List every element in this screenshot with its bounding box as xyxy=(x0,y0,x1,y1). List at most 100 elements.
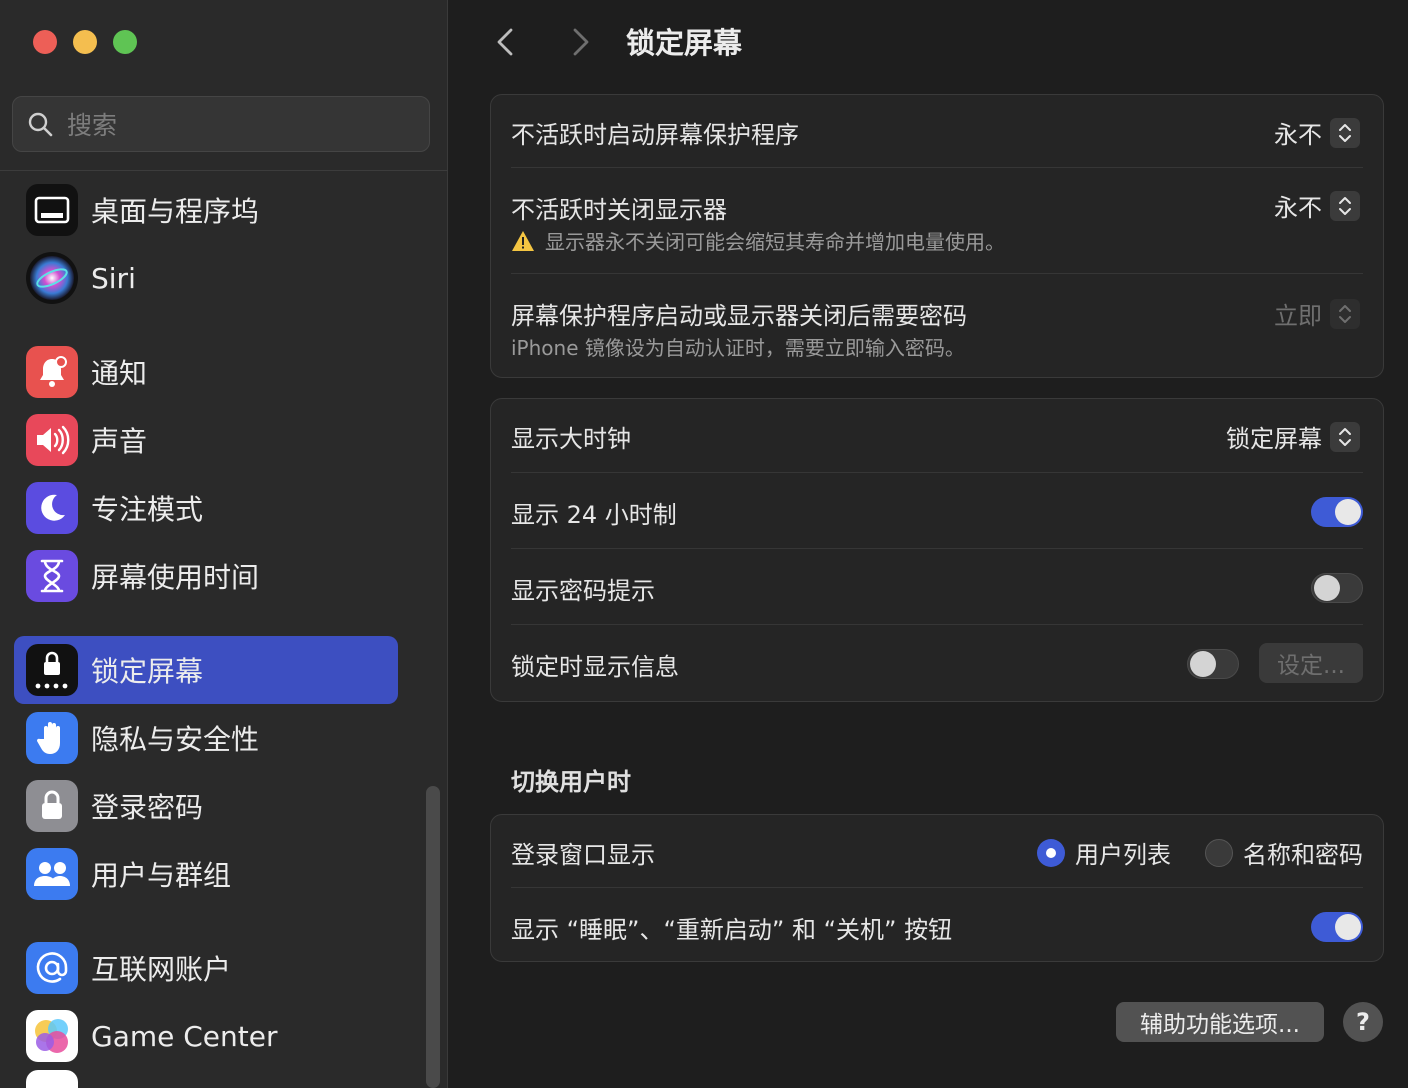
bell-icon xyxy=(26,346,78,398)
sidebar-item-internet-accounts[interactable]: 互联网账户 xyxy=(14,934,398,1002)
require-password-popup: 立即 xyxy=(1274,296,1360,331)
radio-selected-indicator xyxy=(1037,838,1065,867)
sidebar-item-desktop-dock[interactable]: 桌面与程序坞 xyxy=(14,176,398,244)
24-hour-label: 显示 24 小时制 xyxy=(511,501,677,529)
sidebar-item-label: Game Center xyxy=(91,1019,278,1053)
search-icon xyxy=(28,112,53,137)
password-hint-label: 显示密码提示 xyxy=(511,577,655,605)
up-down-chevron-icon xyxy=(1330,117,1360,148)
power-buttons-toggle[interactable] xyxy=(1311,912,1363,942)
switch-user-group: 登录窗口显示 用户列表 名称和密码 显示 “睡眠”、“重新启动” 和 “关机” … xyxy=(490,814,1384,962)
users-icon xyxy=(26,848,78,900)
up-down-chevron-icon xyxy=(1330,298,1360,329)
require-password-note: iPhone 镜像设为自动认证时，需要立即输入密码。 xyxy=(511,336,965,360)
radio-unselected-indicator xyxy=(1205,838,1233,867)
sidebar-item-siri[interactable]: Siri xyxy=(14,244,398,312)
large-clock-value: 锁定屏幕 xyxy=(1226,425,1322,453)
window-controls xyxy=(33,30,137,54)
password-hint-row: 显示密码提示 xyxy=(511,549,1363,625)
accessibility-options-button[interactable]: 辅助功能选项... xyxy=(1116,1002,1324,1042)
sidebar-item-label: Siri xyxy=(91,261,136,295)
up-down-chevron-icon xyxy=(1330,421,1360,452)
24-hour-row: 显示 24 小时制 xyxy=(511,473,1363,549)
sidebar-item-label: 登录密码 xyxy=(91,791,204,824)
display-off-popup[interactable]: 永不 xyxy=(1274,188,1360,223)
sidebar-item-label: 声音 xyxy=(91,425,148,458)
main-pane: 锁定屏幕 不活跃时启动屏幕保护程序 永不 不活跃时关闭显示器 显示器永不关闭可能… xyxy=(449,0,1408,1088)
sidebar-item-label: 屏幕使用时间 xyxy=(91,561,260,594)
sidebar: 搜索 桌面与程序坞 Siri 通知 声音 专注模式 屏幕使用时间 锁定屏幕 隐私… xyxy=(0,0,448,1088)
sidebar-item-focus[interactable]: 专注模式 xyxy=(14,474,398,542)
warning-text: 显示器永不关闭可能会缩短其寿命并增加电量使用。 xyxy=(545,230,1005,254)
sidebar-item-login-password[interactable]: 登录密码 xyxy=(14,772,398,840)
close-button[interactable] xyxy=(33,30,57,54)
forward-chevron-icon[interactable] xyxy=(561,24,597,60)
back-chevron-icon[interactable] xyxy=(489,24,525,60)
large-clock-popup[interactable]: 锁定屏幕 xyxy=(1226,419,1360,454)
sidebar-item-partial xyxy=(14,1070,398,1088)
sidebar-item-game-center[interactable]: Game Center xyxy=(14,1002,398,1070)
hourglass-icon xyxy=(26,550,78,602)
screensaver-value: 永不 xyxy=(1274,121,1322,149)
large-clock-row: 显示大时钟 锁定屏幕 xyxy=(511,399,1363,473)
large-clock-label: 显示大时钟 xyxy=(511,425,631,453)
screensaver-group: 不活跃时启动屏幕保护程序 永不 不活跃时关闭显示器 显示器永不关闭可能会缩短其寿… xyxy=(490,94,1384,378)
sidebar-item-sound[interactable]: 声音 xyxy=(14,406,398,474)
switch-user-section-title: 切换用户时 xyxy=(511,768,631,796)
warning-icon xyxy=(512,230,534,251)
password-hint-toggle[interactable] xyxy=(1311,573,1363,603)
lock-message-toggle[interactable] xyxy=(1187,649,1239,679)
require-password-value: 立即 xyxy=(1274,302,1322,330)
siri-icon xyxy=(26,252,78,304)
lock-icon xyxy=(26,780,78,832)
sidebar-item-label: 专注模式 xyxy=(91,493,204,526)
sidebar-scrollbar[interactable] xyxy=(426,786,440,1088)
sidebar-divider xyxy=(0,170,448,171)
minimize-button[interactable] xyxy=(73,30,97,54)
sidebar-item-label: 隐私与安全性 xyxy=(91,723,260,756)
partial-icon xyxy=(26,1070,78,1088)
display-off-label: 不活跃时关闭显示器 xyxy=(511,196,727,224)
sidebar-item-privacy-security[interactable]: 隐私与安全性 xyxy=(14,704,398,772)
sidebar-item-users-groups[interactable]: 用户与群组 xyxy=(14,840,398,908)
require-password-label: 屏幕保护程序启动或显示器关闭后需要密码 xyxy=(511,302,967,330)
lock-screen-icon xyxy=(26,644,78,696)
sidebar-item-label: 锁定屏幕 xyxy=(91,655,204,688)
screensaver-label: 不活跃时启动屏幕保护程序 xyxy=(511,121,799,149)
lock-message-row: 锁定时显示信息 设定... xyxy=(511,625,1363,701)
set-message-button[interactable]: 设定... xyxy=(1259,643,1363,683)
screensaver-popup[interactable]: 永不 xyxy=(1274,115,1360,150)
sidebar-item-label: 互联网账户 xyxy=(91,953,232,986)
radio-label: 用户列表 xyxy=(1075,841,1171,869)
24-hour-toggle[interactable] xyxy=(1311,497,1363,527)
lock-message-label: 锁定时显示信息 xyxy=(511,653,679,681)
display-off-warning: 显示器永不关闭可能会缩短其寿命并增加电量使用。 xyxy=(511,226,1005,255)
sidebar-item-notifications[interactable]: 通知 xyxy=(14,338,398,406)
login-window-row: 登录窗口显示 用户列表 名称和密码 xyxy=(511,815,1363,888)
display-off-row: 不活跃时关闭显示器 显示器永不关闭可能会缩短其寿命并增加电量使用。 永不 xyxy=(511,168,1363,274)
power-buttons-label: 显示 “睡眠”、“重新启动” 和 “关机” 按钮 xyxy=(511,916,953,944)
sidebar-item-label: 桌面与程序坞 xyxy=(91,195,260,228)
up-down-chevron-icon xyxy=(1330,190,1360,221)
at-icon xyxy=(26,942,78,994)
page-title: 锁定屏幕 xyxy=(626,26,743,60)
radio-name-password[interactable]: 名称和密码 xyxy=(1205,835,1363,870)
sidebar-item-label: 用户与群组 xyxy=(91,859,232,892)
search-input[interactable]: 搜索 xyxy=(12,96,430,152)
login-window-label: 登录窗口显示 xyxy=(511,841,655,869)
speaker-icon xyxy=(26,414,78,466)
zoom-button[interactable] xyxy=(113,30,137,54)
display-off-value: 永不 xyxy=(1274,194,1322,222)
dock-icon xyxy=(26,184,78,236)
sidebar-item-lock-screen[interactable]: 锁定屏幕 xyxy=(14,636,398,704)
moon-icon xyxy=(26,482,78,534)
sidebar-item-screen-time[interactable]: 屏幕使用时间 xyxy=(14,542,398,610)
hand-icon xyxy=(26,712,78,764)
power-buttons-row: 显示 “睡眠”、“重新启动” 和 “关机” 按钮 xyxy=(511,888,1363,962)
require-password-row: 屏幕保护程序启动或显示器关闭后需要密码 iPhone 镜像设为自动认证时，需要立… xyxy=(511,274,1363,377)
clock-group: 显示大时钟 锁定屏幕 显示 24 小时制 显示密码提示 锁定时显示信息 设定..… xyxy=(490,398,1384,702)
radio-user-list[interactable]: 用户列表 xyxy=(1037,835,1171,870)
help-button[interactable]: ? xyxy=(1343,1002,1383,1042)
login-window-radio-group: 用户列表 名称和密码 xyxy=(1037,835,1363,870)
game-center-icon xyxy=(26,1010,78,1062)
